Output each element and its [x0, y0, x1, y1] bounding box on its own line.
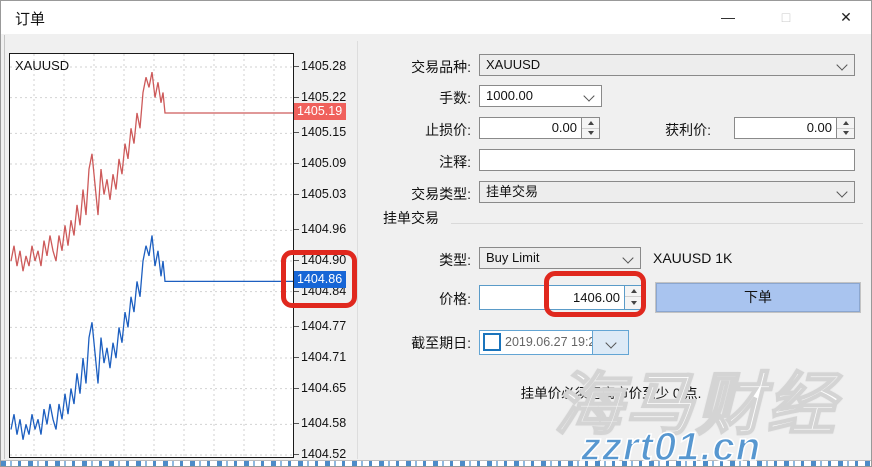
price-input-highlight-annotation [544, 271, 646, 317]
ask-price-badge: 1405.19 [294, 103, 346, 120]
chevron-down-icon [583, 90, 594, 101]
window-title: 订单 [15, 8, 45, 29]
symbol-label: 交易品种: [367, 57, 471, 77]
trade-type-combobox[interactable]: 挂单交易 [479, 181, 855, 203]
watermark-url: zzrt01.cn [581, 425, 761, 467]
pending-group-border [451, 223, 863, 224]
place-order-button[interactable]: 下单 [656, 283, 860, 312]
expiry-checkbox[interactable] [483, 333, 501, 351]
stop-loss-spinner[interactable] [582, 117, 600, 139]
trade-type-value: 挂单交易 [486, 184, 538, 199]
trade-type-label: 交易类型: [367, 184, 471, 204]
tick-chart-canvas [10, 54, 293, 457]
spinner-down-icon[interactable] [582, 128, 599, 138]
expiry-label: 截至期日: [359, 333, 471, 353]
axis-tick-label: 1404.77 [301, 318, 346, 334]
axis-tick-label: 1405.09 [301, 155, 346, 171]
contract-label: XAUUSD 1K [653, 250, 732, 266]
expiry-value: 2019.06.27 19:2 [505, 335, 593, 349]
chevron-down-icon [622, 252, 633, 263]
vertical-separator [357, 41, 358, 459]
axis-tick-label: 1405.03 [301, 186, 346, 202]
panel-splitter[interactable] [4, 35, 5, 459]
chart-symbol-label: XAUUSD [15, 58, 69, 73]
axis-tick-mark [294, 423, 299, 424]
axis-tick-label: 1404.71 [301, 349, 346, 365]
comment-input[interactable] [479, 149, 855, 171]
spinner-down-icon[interactable] [837, 128, 854, 138]
title-bar: 订单 — □ ✕ [1, 1, 872, 34]
bid-line [11, 236, 293, 440]
take-profit-input[interactable]: 0.00 [734, 117, 837, 139]
bid-price-highlight-annotation [281, 250, 357, 308]
comment-label: 注释: [367, 152, 471, 172]
volume-value: 1000.00 [486, 88, 533, 103]
volume-combobox[interactable]: 1000.00 [479, 85, 602, 107]
axis-tick-mark [294, 454, 299, 455]
maximize-button[interactable]: □ [769, 3, 803, 31]
stop-loss-label: 止损价: [367, 120, 471, 140]
axis-tick-mark [294, 326, 299, 327]
axis-tick-label: 1404.65 [301, 380, 346, 396]
chevron-down-icon [836, 186, 847, 197]
tick-chart: XAUUSD [9, 53, 294, 458]
chevron-down-icon [836, 59, 847, 70]
pending-group-label: 挂单交易 [383, 208, 439, 228]
axis-tick-mark [294, 229, 299, 230]
axis-tick-mark [294, 194, 299, 195]
order-dialog-window: 订单 — □ ✕ XAUUSD 1405.281405.221405.15140… [0, 0, 872, 467]
chevron-down-icon [605, 337, 616, 348]
axis-tick-mark [294, 132, 299, 133]
axis-tick-mark [294, 388, 299, 389]
axis-tick-label: 1404.58 [301, 415, 346, 431]
close-button[interactable]: ✕ [829, 3, 863, 31]
symbol-combobox[interactable]: XAUUSD [479, 54, 855, 76]
minimize-button[interactable]: — [711, 3, 745, 31]
axis-tick-mark [294, 357, 299, 358]
axis-tick-mark [294, 163, 299, 164]
axis-tick-label: 1404.96 [301, 221, 346, 237]
axis-tick-mark [294, 97, 299, 98]
order-type-combobox[interactable]: Buy Limit [479, 247, 641, 269]
order-type-value: Buy Limit [486, 250, 539, 265]
axis-tick-label: 1405.28 [301, 58, 346, 74]
order-type-label: 类型: [367, 250, 471, 270]
price-label: 价格: [367, 289, 471, 309]
symbol-value: XAUUSD [486, 57, 540, 72]
axis-tick-label: 1405.15 [301, 124, 346, 140]
take-profit-spinner[interactable] [837, 117, 855, 139]
take-profit-label: 获利价: [617, 120, 711, 140]
volume-label: 手数: [367, 88, 471, 108]
axis-tick-mark [294, 66, 299, 67]
stop-loss-input[interactable]: 0.00 [479, 117, 582, 139]
